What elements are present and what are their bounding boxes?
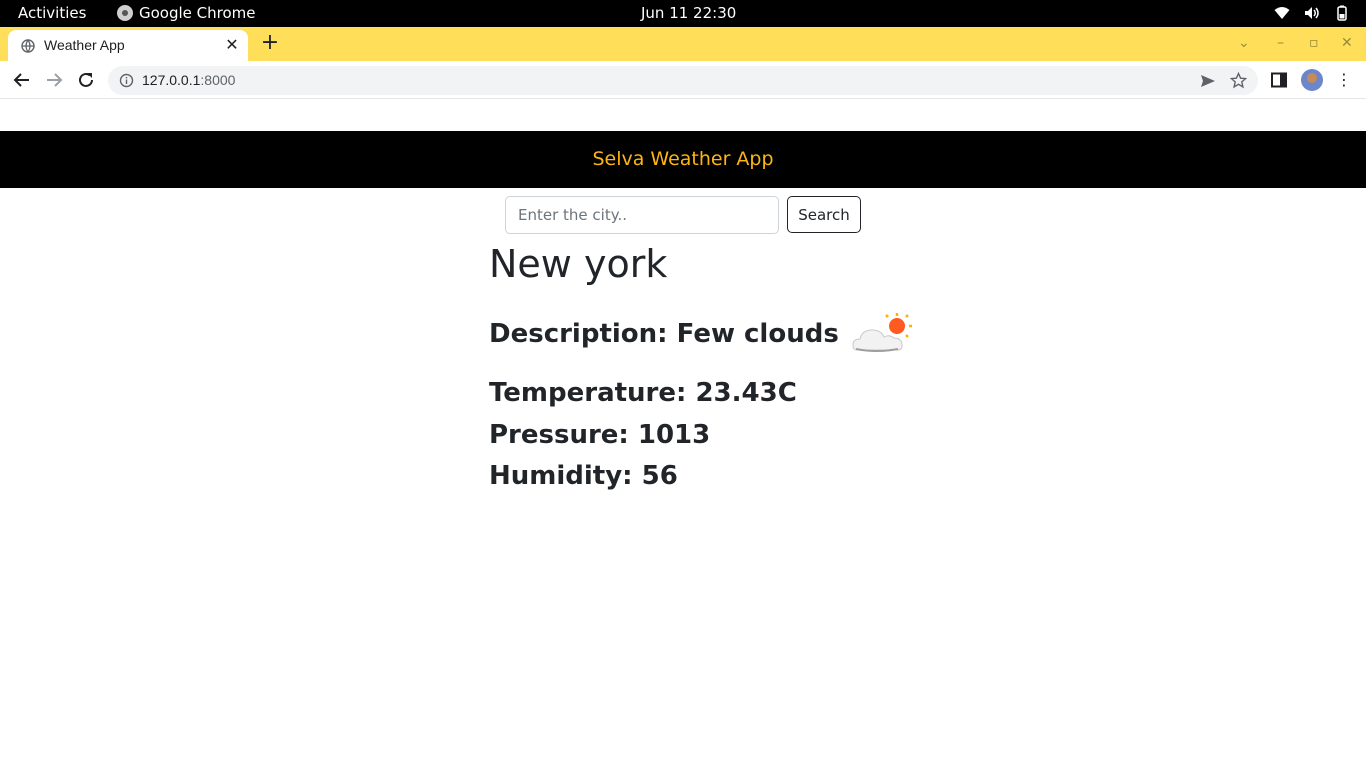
forward-arrow-icon [47,73,63,87]
volume-icon [1305,7,1319,19]
forward-button[interactable] [43,69,65,91]
tab-weather-app[interactable]: Weather App ✕ [8,30,248,61]
address-bar[interactable]: 127.0.0.1:8000 [108,66,1258,95]
new-tab-button[interactable]: + [259,31,281,55]
city-search-input[interactable] [505,196,779,234]
few-clouds-icon [852,313,912,352]
browser-toolbar: 127.0.0.1:8000 ⋮ [0,61,1366,99]
tab-search-button[interactable]: ⌄ [1238,33,1250,53]
menu-kebab-icon[interactable]: ⋮ [1334,69,1354,91]
tab-strip: Weather App ✕ + ⌄ – ▫ ✕ [0,27,1366,61]
close-window-button[interactable]: ✕ [1341,33,1353,53]
url-host: 127.0.0.1 [142,72,201,88]
system-top-bar: Activities Google Chrome Jun 11 22:30 [0,0,1366,27]
weather-description: Description: Few clouds [489,319,839,349]
app-name: Google Chrome [139,4,256,22]
activities-button[interactable]: Activities [18,4,86,22]
system-tray[interactable] [1274,5,1350,21]
humidity-text: Humidity: 56 [489,461,678,491]
bookmark-star-icon[interactable] [1230,72,1247,89]
city-name: New york [489,242,668,286]
minimize-button[interactable]: – [1277,33,1284,53]
tab-close-button[interactable]: ✕ [224,35,240,55]
url-text: 127.0.0.1:8000 [142,72,235,88]
search-form: Search [505,196,861,234]
app-brand[interactable]: Selva Weather App [0,148,1366,170]
app-navbar: Selva Weather App [0,131,1366,188]
battery-icon [1337,5,1347,21]
chrome-icon [117,5,133,21]
globe-icon [21,39,35,53]
pressure-text: Pressure: 1013 [489,420,711,450]
back-button[interactable] [11,69,33,91]
reload-button[interactable] [75,69,97,91]
profile-avatar[interactable] [1301,69,1323,91]
reload-icon [79,72,93,87]
send-icon[interactable] [1200,73,1216,89]
temperature-text: Temperature: 23.43C [489,378,797,408]
url-port: :8000 [200,72,236,88]
description-row: Description: Few clouds [489,312,915,356]
search-button[interactable]: Search [787,196,861,233]
app-menu[interactable]: Google Chrome [117,4,256,22]
wifi-icon [1274,7,1290,19]
back-arrow-icon [13,73,29,87]
side-panel-icon[interactable] [1271,72,1287,88]
maximize-button[interactable]: ▫ [1309,33,1319,53]
clock[interactable]: Jun 11 22:30 [641,4,736,22]
tab-title: Weather App [44,37,125,53]
site-info-icon [119,73,134,88]
